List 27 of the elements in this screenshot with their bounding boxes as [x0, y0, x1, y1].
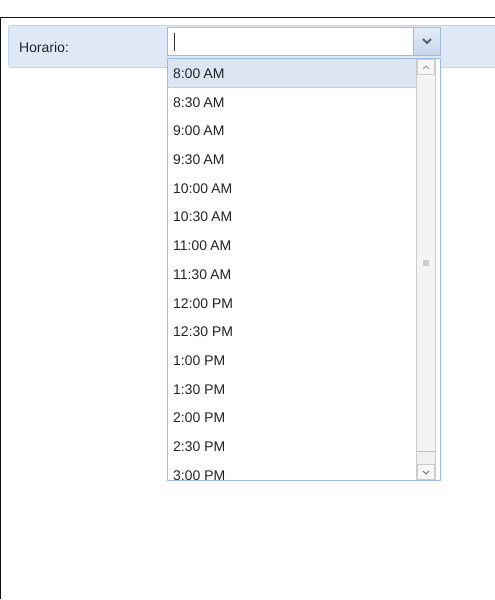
time-option[interactable]: 2:30 PM: [168, 432, 416, 461]
field-label: Horario:: [19, 39, 70, 55]
time-option[interactable]: 10:00 AM: [168, 174, 416, 202]
time-option[interactable]: 9:30 AM: [168, 145, 416, 174]
chevron-down-icon: [422, 38, 432, 45]
time-option[interactable]: 12:30 PM: [168, 317, 416, 346]
time-option[interactable]: 10:30 AM: [168, 202, 416, 232]
time-option[interactable]: 1:00 PM: [168, 346, 416, 375]
text-cursor-icon: [174, 32, 175, 50]
grip-icon: [423, 260, 429, 266]
scroll-thumb[interactable]: [417, 75, 435, 452]
dropdown-button[interactable]: [413, 27, 441, 56]
time-option[interactable]: 2:00 PM: [168, 403, 416, 432]
time-option[interactable]: 11:30 AM: [168, 260, 416, 288]
time-combo-field[interactable]: [167, 27, 413, 56]
scroll-up-button[interactable]: [417, 59, 435, 75]
chevron-up-icon: [422, 64, 430, 70]
time-option[interactable]: 12:00 PM: [168, 288, 416, 318]
scrollbar[interactable]: [416, 59, 436, 480]
chevron-down-icon: [422, 470, 430, 474]
time-option[interactable]: 1:30 PM: [168, 374, 416, 404]
time-option[interactable]: 8:30 AM: [168, 88, 416, 116]
time-option[interactable]: 8:00 AM: [168, 59, 416, 88]
time-option[interactable]: 3:00 PM: [168, 460, 416, 480]
time-option[interactable]: 9:00 AM: [168, 116, 416, 146]
time-option[interactable]: 11:00 AM: [168, 231, 416, 260]
scroll-down-button[interactable]: [417, 464, 435, 480]
